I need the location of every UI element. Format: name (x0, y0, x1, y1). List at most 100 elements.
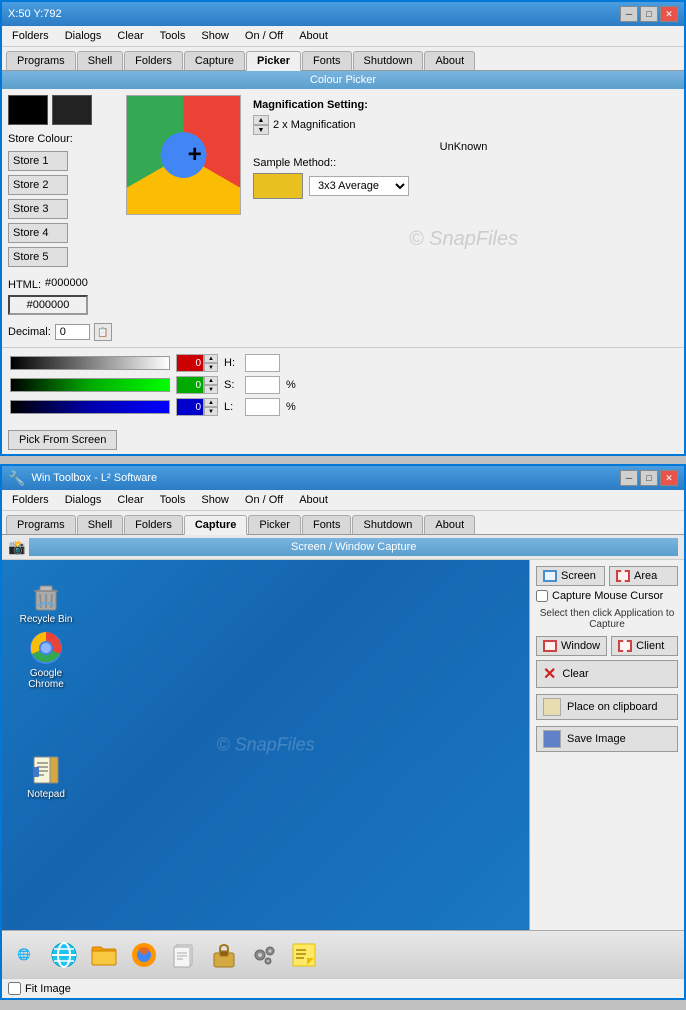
tab-picker-1[interactable]: Picker (246, 51, 301, 71)
pick-from-screen-btn[interactable]: Pick From Screen (8, 430, 117, 450)
g-down-btn[interactable]: ▼ (204, 385, 218, 394)
close-btn-2[interactable]: ✕ (660, 470, 678, 486)
menu-clear-2[interactable]: Clear (111, 492, 149, 508)
tab-shell-1[interactable]: Shell (77, 51, 123, 70)
menu-show-2[interactable]: Show (195, 492, 235, 508)
r-spinner[interactable]: ▲ ▼ (204, 354, 218, 372)
r-up-btn[interactable]: ▲ (204, 354, 218, 363)
maximize-btn-1[interactable]: □ (640, 6, 658, 22)
chrome-desktop-icon[interactable]: Google Chrome (16, 630, 76, 690)
menu-tools-1[interactable]: Tools (154, 28, 192, 44)
menu-about-1[interactable]: About (293, 28, 334, 44)
sample-method-select[interactable]: 3x3 Average 1x1 Point 5x5 Average (309, 176, 409, 196)
tab-capture-2[interactable]: Capture (184, 515, 248, 535)
client-btn[interactable]: Client (611, 636, 678, 656)
screen-btn[interactable]: Screen (536, 566, 605, 586)
taskbar-icon-1[interactable] (46, 937, 82, 973)
minimize-btn-1[interactable]: ─ (620, 6, 638, 22)
g-up-btn[interactable]: ▲ (204, 376, 218, 385)
store-1-btn[interactable]: Store 1 (8, 151, 68, 171)
tab-shutdown-1[interactable]: Shutdown (353, 51, 424, 70)
g-value-input[interactable] (176, 376, 204, 394)
h-text-input[interactable] (245, 354, 280, 372)
clear-capture-btn[interactable]: ✕ Clear (536, 660, 678, 688)
section-header-capture: Screen / Window Capture (29, 538, 678, 556)
magnification-spinner[interactable]: ▲ ▼ (253, 115, 269, 135)
g-slider-track[interactable] (10, 378, 170, 392)
recycle-bin-desktop-icon[interactable]: Recycle Bin (16, 580, 76, 625)
tab-shutdown-2[interactable]: Shutdown (352, 515, 423, 534)
menu-tools-2[interactable]: Tools (154, 492, 192, 508)
html-display-box[interactable]: #000000 (8, 295, 88, 315)
mag-down-btn[interactable]: ▼ (253, 125, 269, 135)
menu-show-1[interactable]: Show (195, 28, 235, 44)
b-slider-track[interactable] (10, 400, 170, 414)
unknown-text: UnKnown (253, 141, 674, 153)
store-5-btn[interactable]: Store 5 (8, 247, 68, 267)
mouse-cursor-checkbox[interactable] (536, 590, 548, 602)
html-display-value: #000000 (27, 299, 70, 311)
left-panel: Store Colour: Store 1 Store 2 Store 3 St… (8, 95, 118, 341)
taskbar-icon-4[interactable] (166, 937, 202, 973)
tab-fonts-2[interactable]: Fonts (302, 515, 352, 534)
tab-capture-1[interactable]: Capture (184, 51, 245, 70)
b-value-input[interactable] (176, 398, 204, 416)
b-spinner[interactable]: ▲ ▼ (204, 398, 218, 416)
taskbar-icon-6[interactable] (246, 937, 282, 973)
store-2-btn[interactable]: Store 2 (8, 175, 68, 195)
copy-icon-btn[interactable]: 📋 (94, 323, 112, 341)
tab-programs-1[interactable]: Programs (6, 51, 76, 70)
tab-folders-2[interactable]: Folders (124, 515, 183, 534)
taskbar-icon-3[interactable] (126, 937, 162, 973)
save-icon (543, 730, 561, 748)
right-settings: Magnification Setting: ▲ ▼ 2 x Magnifica… (249, 95, 678, 341)
g-spinner[interactable]: ▲ ▼ (204, 376, 218, 394)
tab-fonts-1[interactable]: Fonts (302, 51, 352, 70)
store-4-btn[interactable]: Store 4 (8, 223, 68, 243)
clipboard-btn[interactable]: Place on clipboard (536, 694, 678, 720)
mouse-cursor-label: Capture Mouse Cursor (552, 590, 663, 602)
tab-folders-1[interactable]: Folders (124, 51, 183, 70)
tab-about-1[interactable]: About (424, 51, 475, 70)
swatch-dark[interactable] (52, 95, 92, 125)
menu-dialogs-1[interactable]: Dialogs (59, 28, 108, 44)
tab-programs-2[interactable]: Programs (6, 515, 76, 534)
menu-about-2[interactable]: About (293, 492, 334, 508)
minimize-btn-2[interactable]: ─ (620, 470, 638, 486)
b-down-btn[interactable]: ▼ (204, 407, 218, 416)
menu-dialogs-2[interactable]: Dialogs (59, 492, 108, 508)
decimal-value[interactable]: 0 (55, 324, 90, 340)
screen-icon (543, 570, 557, 582)
area-btn[interactable]: Area (609, 566, 678, 586)
taskbar-icon-2[interactable] (86, 937, 122, 973)
hsl-row-b: ▲ ▼ L: % (10, 398, 676, 416)
mag-up-btn[interactable]: ▲ (253, 115, 269, 125)
menu-onoff-2[interactable]: On / Off (239, 492, 289, 508)
tab-about-2[interactable]: About (424, 515, 475, 534)
h-slider-track[interactable] (10, 356, 170, 370)
taskbar-icon-5[interactable] (206, 937, 242, 973)
l-text-input[interactable] (245, 398, 280, 416)
taskbar-icon-7[interactable] (286, 937, 322, 973)
save-image-btn[interactable]: Save Image (536, 726, 678, 752)
close-btn-1[interactable]: ✕ (660, 6, 678, 22)
store-3-btn[interactable]: Store 3 (8, 199, 68, 219)
title-text-1: X:50 Y:792 (8, 8, 62, 20)
window-btn[interactable]: Window (536, 636, 607, 656)
fit-image-checkbox[interactable] (8, 982, 21, 995)
taskbar-icon-0[interactable]: 🌐 (6, 937, 42, 973)
tab-picker-2[interactable]: Picker (248, 515, 301, 534)
menu-folders-1[interactable]: Folders (6, 28, 55, 44)
r-value-input[interactable] (176, 354, 204, 372)
menu-onoff-1[interactable]: On / Off (239, 28, 289, 44)
menu-clear-1[interactable]: Clear (111, 28, 149, 44)
maximize-btn-2[interactable]: □ (640, 470, 658, 486)
tab-shell-2[interactable]: Shell (77, 515, 123, 534)
notepad-desktop-icon[interactable]: Notepad (16, 755, 76, 800)
title-text-2: Win Toolbox - L² Software (31, 472, 157, 484)
swatch-black[interactable] (8, 95, 48, 125)
menu-folders-2[interactable]: Folders (6, 492, 55, 508)
b-up-btn[interactable]: ▲ (204, 398, 218, 407)
s-text-input[interactable] (245, 376, 280, 394)
r-down-btn[interactable]: ▼ (204, 363, 218, 372)
